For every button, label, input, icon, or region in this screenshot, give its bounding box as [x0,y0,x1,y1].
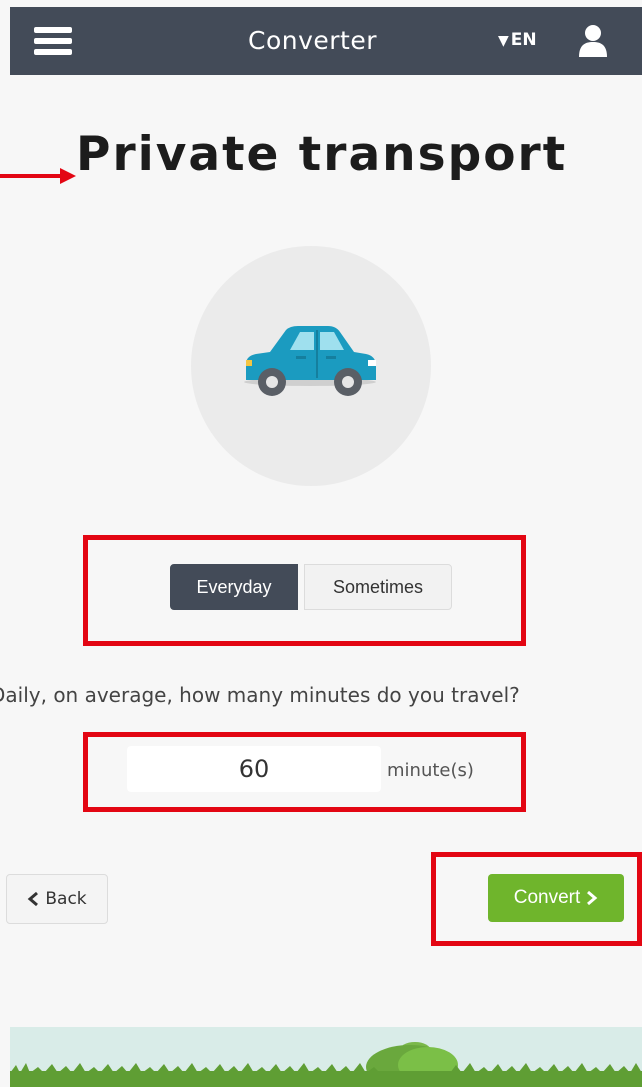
language-label: EN [510,30,537,50]
chevron-left-icon [28,891,39,907]
frequency-toggle-group: Everyday Sometimes [170,564,452,610]
chevron-right-icon [587,890,598,906]
convert-label: Convert [513,887,581,908]
travel-question: Daily, on average, how many minutes do y… [0,683,520,707]
everyday-button[interactable]: Everyday [170,564,298,610]
hamburger-menu-icon[interactable] [34,27,72,55]
minutes-input[interactable] [127,746,381,792]
back-button[interactable]: Back [6,874,108,924]
caret-down-icon: ▼ [498,33,509,49]
top-navbar: Converter ▼ EN [10,7,642,75]
back-label: Back [45,889,87,909]
grass-footer-illustration [10,1027,642,1087]
sometimes-button[interactable]: Sometimes [304,564,452,610]
minutes-unit-label: minute(s) [387,760,474,781]
language-selector[interactable]: ▼ EN [498,30,537,50]
annotation-arrow-icon [0,168,76,184]
user-icon[interactable] [577,24,609,58]
convert-button[interactable]: Convert [488,874,624,922]
page-title: Private transport [76,127,568,182]
car-icon [244,326,376,396]
app-title: Converter [248,26,378,55]
